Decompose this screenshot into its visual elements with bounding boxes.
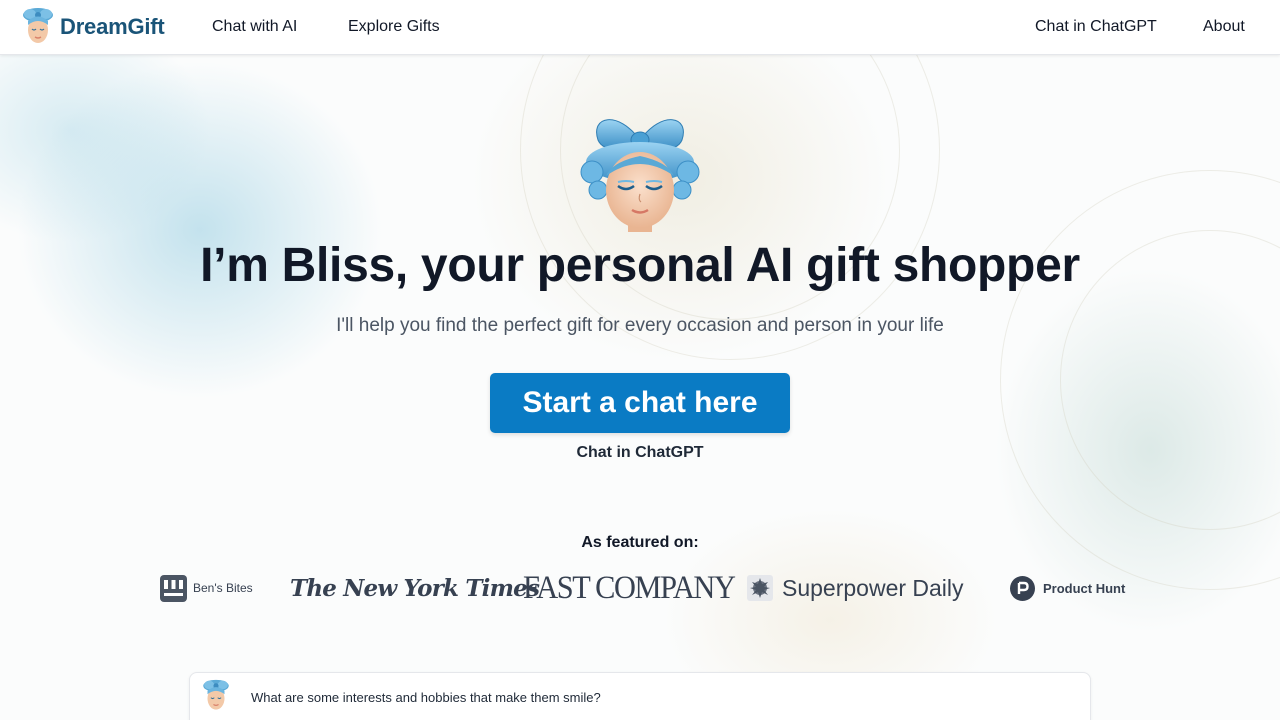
hero-subhead: I'll help you find the perfect gift for … [336, 315, 944, 336]
brand-home-link[interactable]: DreamGift [21, 7, 165, 47]
nav-chat-with-ai[interactable]: Chat with AI [212, 18, 297, 36]
featured-logos: Ben's Bites The New York Times FAST COMP… [0, 568, 1280, 612]
bliss-chat-avatar-icon [203, 679, 229, 710]
logo-text: Ben's Bites [193, 581, 253, 595]
brand-name: DreamGift [60, 14, 165, 39]
logo-product-hunt[interactable]: Product Hunt [1010, 568, 1125, 608]
start-chat-button-label: Start a chat here [522, 386, 758, 419]
logo-fast-company[interactable]: FAST COMPANY [523, 568, 753, 608]
product-hunt-icon [1010, 575, 1035, 601]
background-gradient [0, 0, 1280, 720]
nav-explore-gifts[interactable]: Explore Gifts [348, 18, 440, 36]
chatgpt-link-wrapper: Chat in ChatGPT [0, 444, 1280, 462]
logo-text: Product Hunt [1043, 580, 1126, 596]
logo-text: FAST COMPANY [523, 569, 736, 606]
superpower-daily-icon [747, 575, 773, 601]
chat-preview-message: What are some interests and hobbies that… [251, 690, 601, 705]
bens-bites-icon [160, 574, 187, 602]
logo-bens-bites[interactable]: Ben's Bites [160, 568, 253, 608]
logo-new-york-times[interactable]: The New York Times [290, 568, 540, 608]
logo-superpower-daily[interactable]: Superpower Daily [747, 568, 964, 608]
chat-preview-card: What are some interests and hobbies that… [189, 672, 1091, 720]
top-nav: DreamGift Chat with AI Explore Gifts Cha… [0, 0, 1280, 55]
hero-headline: I’m Bliss, your personal AI gift shopper [200, 239, 1080, 292]
chat-in-chatgpt-link[interactable]: Chat in ChatGPT [576, 444, 703, 461]
bliss-logo-icon [23, 8, 53, 43]
nav-chat-in-chatgpt[interactable]: Chat in ChatGPT [1035, 18, 1157, 36]
featured-label: As featured on: [581, 534, 699, 551]
bliss-avatar-illustration [580, 119, 700, 232]
logo-text: The New York Times [290, 574, 540, 602]
start-chat-button[interactable]: Start a chat here [490, 373, 790, 433]
nav-about[interactable]: About [1203, 18, 1245, 36]
logo-text: Superpower Daily [782, 574, 964, 601]
